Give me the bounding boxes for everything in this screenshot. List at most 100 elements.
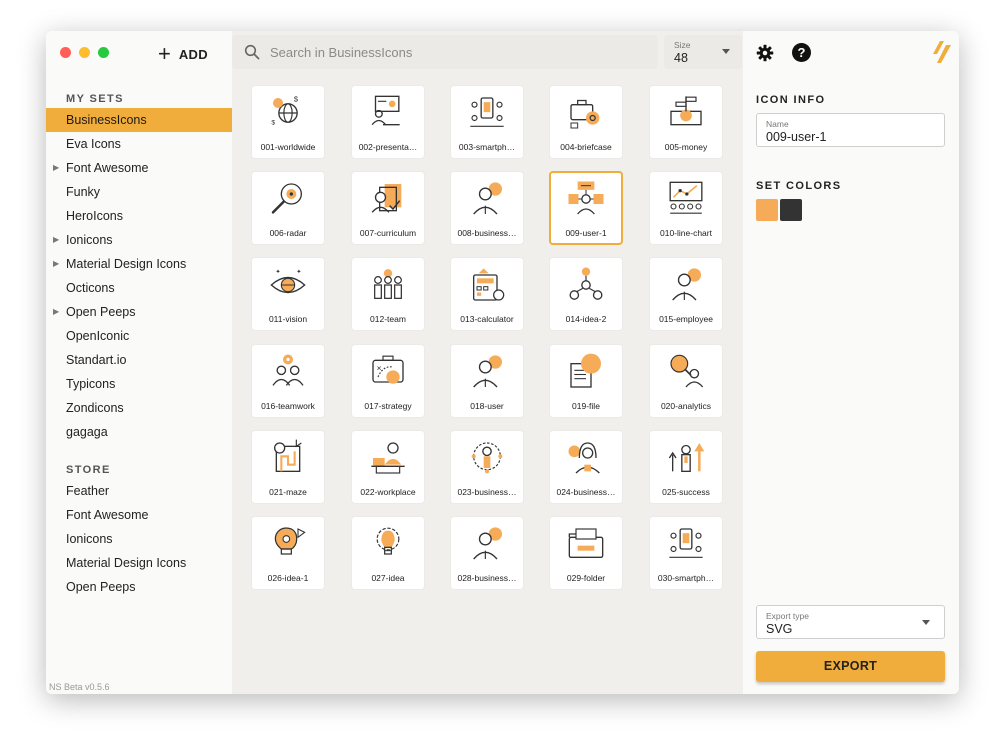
icon-tile[interactable]: 010-line-chart <box>650 172 722 244</box>
icon-tile[interactable]: 016-teamwork <box>252 345 324 417</box>
my-set-item[interactable]: Funky <box>46 180 232 204</box>
store-set-item[interactable]: Ionicons <box>46 527 232 551</box>
icon-tile-label: 007-curriculum <box>359 228 417 238</box>
icon-tile[interactable]: 020-analytics <box>650 345 722 417</box>
app-logo-icon <box>933 41 951 63</box>
close-window-button[interactable] <box>60 47 71 58</box>
my-set-item-label: gagaga <box>66 425 108 439</box>
icon-tile[interactable]: 026-idea-1 <box>252 517 324 589</box>
my-set-item-label: Octicons <box>66 281 115 295</box>
color-swatch-accent[interactable] <box>756 199 778 221</box>
my-sets-heading: MY SETS <box>66 93 124 105</box>
search-input[interactable] <box>268 43 652 61</box>
icon-tile[interactable]: ✦ ✦ 011-vision <box>252 258 324 330</box>
export-type-label: Export type <box>766 611 809 621</box>
search-bar[interactable] <box>232 35 658 69</box>
my-set-item[interactable]: ▶ Material Design Icons <box>46 252 232 276</box>
my-set-item[interactable]: HeroIcons <box>46 204 232 228</box>
my-set-item[interactable]: OpenIconic <box>46 324 232 348</box>
icon-tile[interactable]: 030-smartph… <box>650 517 722 589</box>
icon-tile[interactable]: 008-business… <box>451 172 523 244</box>
icon-tile[interactable]: 027-idea <box>352 517 424 589</box>
icon-tile[interactable]: 003-smartph… <box>451 86 523 158</box>
person-icon <box>473 355 502 388</box>
network-icon <box>569 267 603 300</box>
icon-tile-label: 024-business… <box>556 487 616 497</box>
icon-name-field[interactable]: Name 009-user-1 <box>756 113 945 147</box>
icon-tile[interactable]: 025-success <box>650 431 722 503</box>
icon-tile[interactable]: 004-briefcase <box>550 86 622 158</box>
gear-icon[interactable] <box>756 44 774 62</box>
store-set-item-label: Ionicons <box>66 532 113 546</box>
icon-tile[interactable]: $ $001-worldwide <box>252 86 324 158</box>
icon-tile[interactable]: ✕ 017-strategy <box>352 345 424 417</box>
icon-tile[interactable]: 018-user <box>451 345 523 417</box>
add-set-button[interactable]: + ADD <box>158 43 208 65</box>
icon-tile[interactable]: 014-idea-2 <box>550 258 622 330</box>
zoom-window-button[interactable] <box>98 47 109 58</box>
my-set-item[interactable]: ▶ Font Awesome <box>46 156 232 180</box>
icon-tile[interactable]: 019-file <box>550 345 622 417</box>
store-set-item-label: Material Design Icons <box>66 556 187 570</box>
svg-text:$: $ <box>271 120 275 127</box>
my-set-item[interactable]: BusinessIcons <box>46 108 232 132</box>
icon-tile[interactable]: 015-employee <box>650 258 722 330</box>
globe-icon: $$ <box>271 94 299 127</box>
icon-tile-label: 010-line-chart <box>660 228 712 238</box>
icon-tile[interactable]: 012-team <box>352 258 424 330</box>
my-set-item[interactable]: Typicons <box>46 372 232 396</box>
app-window: + ADD MY SETS BusinessIcons Eva Icons ▶ Fon… <box>46 31 959 694</box>
icon-tile[interactable]: 006-radar <box>252 172 324 244</box>
icon-tile-label: 023-business… <box>457 487 517 497</box>
icon-tile[interactable]: 022-workplace <box>352 431 424 503</box>
icon-tile[interactable]: 009-user-1 <box>549 171 623 245</box>
expand-caret-icon[interactable]: ▶ <box>53 228 59 252</box>
my-set-item[interactable]: ▶ Ionicons <box>46 228 232 252</box>
color-swatch-dark[interactable] <box>780 199 802 221</box>
store-set-item[interactable]: Font Awesome <box>46 503 232 527</box>
icon-tile[interactable]: 002-presenta… <box>352 86 424 158</box>
person-icon <box>473 182 502 215</box>
export-button[interactable]: EXPORT <box>756 651 945 682</box>
icon-tile-label: 013-calculator <box>460 314 514 324</box>
icon-tile-label: 006-radar <box>269 228 307 238</box>
phone-icon <box>669 528 703 558</box>
my-set-item[interactable]: Zondicons <box>46 396 232 420</box>
expand-caret-icon[interactable]: ▶ <box>53 252 59 276</box>
my-set-item[interactable]: ▶ Open Peeps <box>46 300 232 324</box>
bulb-icon <box>274 527 306 555</box>
my-set-item[interactable]: Eva Icons <box>46 132 232 156</box>
analytics-icon <box>670 354 704 388</box>
size-select[interactable]: Size 48 <box>664 35 742 69</box>
icon-tile-label: 009-user-1 <box>565 228 607 238</box>
my-set-item[interactable]: Octicons <box>46 276 232 300</box>
strategy-icon: ✕ <box>372 355 404 384</box>
minimize-window-button[interactable] <box>79 47 90 58</box>
my-set-item[interactable]: gagaga <box>46 420 232 444</box>
phone-icon <box>470 97 504 127</box>
success-icon <box>668 443 705 472</box>
icon-tile[interactable]: 013-calculator <box>451 258 523 330</box>
user-icon <box>568 181 604 215</box>
icon-tile[interactable]: 029-folder <box>550 517 622 589</box>
icon-tile-label: 003-smartph… <box>458 142 516 152</box>
icon-tile-label: 002-presenta… <box>358 142 418 152</box>
icon-tile[interactable]: 021-maze <box>252 431 324 503</box>
chart-icon <box>669 181 703 214</box>
export-type-select[interactable]: Export type SVG <box>756 605 945 639</box>
store-set-item[interactable]: Feather <box>46 479 232 503</box>
icon-tile[interactable]: 028-business… <box>451 517 523 589</box>
icon-tile[interactable]: 024-business… <box>550 431 622 503</box>
help-icon[interactable]: ? <box>792 43 811 62</box>
icon-tile-label: 029-folder <box>566 573 606 583</box>
my-set-item[interactable]: Standart.io <box>46 348 232 372</box>
store-set-item[interactable]: Open Peeps <box>46 575 232 599</box>
expand-caret-icon[interactable]: ▶ <box>53 156 59 180</box>
icon-tile[interactable]: 007-curriculum <box>352 172 424 244</box>
icon-tile[interactable]: 005-money <box>650 86 722 158</box>
icon-tile-label: 025-success <box>662 487 710 497</box>
store-set-item[interactable]: Material Design Icons <box>46 551 232 575</box>
icon-tile-label: 019-file <box>572 401 600 411</box>
expand-caret-icon[interactable]: ▶ <box>53 300 59 324</box>
icon-tile[interactable]: 023-business… <box>451 431 523 503</box>
